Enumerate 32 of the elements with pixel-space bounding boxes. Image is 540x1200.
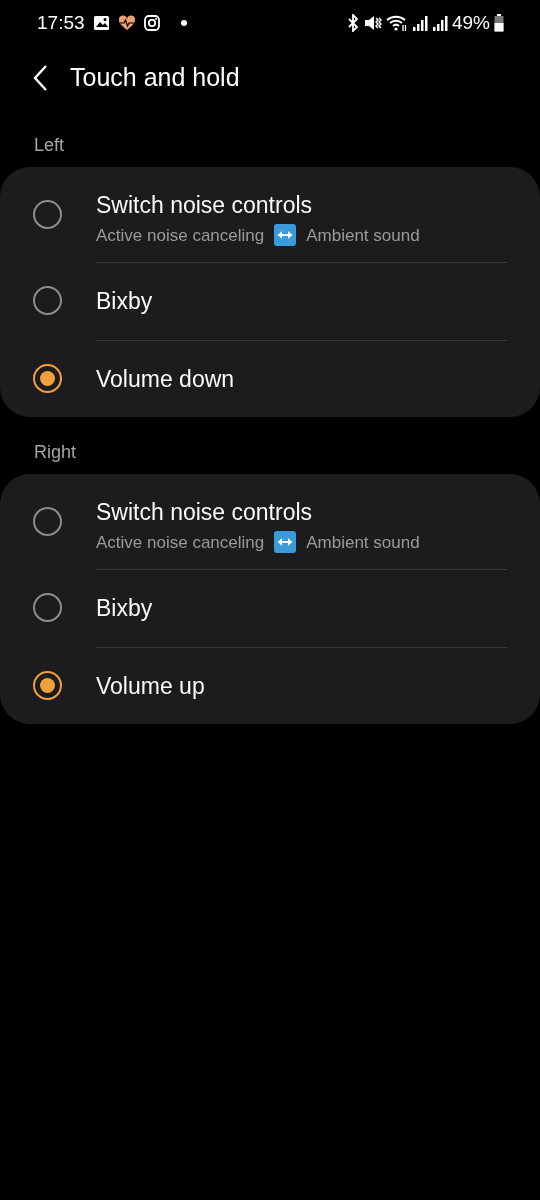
wifi-icon (385, 14, 408, 32)
clock-time: 17:53 (37, 10, 85, 35)
option-subtitle: Active noise canceling (96, 224, 265, 247)
section-label: Left (33, 134, 66, 157)
signal-icon (431, 14, 448, 32)
option-subtitle: Ambient sound (306, 531, 420, 554)
option-subtitle: Ambient sound (306, 224, 420, 247)
option-title[interactable]: Switch noise controls (96, 495, 313, 530)
option-title[interactable]: Bixby (96, 591, 153, 626)
radio-button[interactable] (33, 670, 62, 700)
signal-icon (411, 14, 428, 32)
option-subtitle: Active noise canceling (96, 531, 265, 554)
section-label: Right (33, 441, 78, 464)
camera-icon (143, 15, 160, 31)
battery-icon (494, 14, 504, 32)
option-title[interactable]: Volume down (96, 361, 235, 396)
option-title[interactable]: Bixby (96, 284, 153, 319)
radio-button[interactable] (33, 286, 62, 316)
radio-button[interactable] (33, 593, 62, 623)
battery-percent: 49% (451, 10, 490, 35)
back-icon[interactable] (32, 64, 48, 92)
option-title[interactable]: Switch noise controls (96, 188, 313, 223)
radio-button[interactable] (33, 507, 62, 536)
option-title[interactable]: Volume up (96, 668, 205, 703)
radio-button[interactable] (33, 363, 62, 393)
image-icon (92, 15, 110, 31)
heart-icon (117, 15, 136, 31)
page-title: Touch and hold (70, 62, 240, 94)
dot-icon (179, 19, 188, 27)
radio-button[interactable] (33, 200, 62, 229)
mute-icon (363, 14, 382, 32)
bluetooth-icon (345, 14, 360, 32)
